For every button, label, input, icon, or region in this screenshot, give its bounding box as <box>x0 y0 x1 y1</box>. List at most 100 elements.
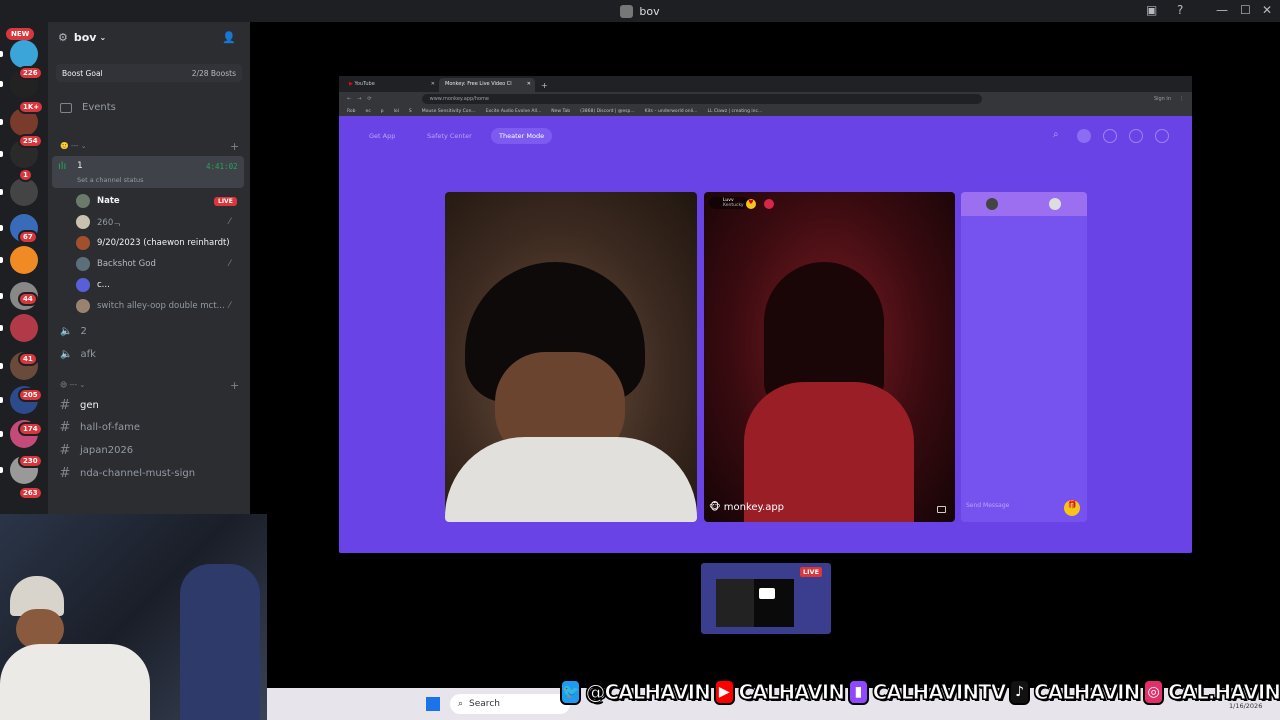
close-button[interactable]: ✕ <box>1262 3 1272 17</box>
unread-indicator <box>0 51 3 57</box>
bookmark-item[interactable]: Rob <box>347 109 356 114</box>
voice-user[interactable]: c... <box>76 278 110 292</box>
back-icon[interactable]: ← <box>347 96 351 102</box>
text-channel-gen[interactable]: # gen <box>56 398 258 413</box>
menu-icon[interactable]: ⋮ <box>1179 96 1184 102</box>
send-message-input[interactable]: Send Message <box>966 502 1009 509</box>
voice-user-nate[interactable]: Nate LIVE <box>76 194 237 208</box>
voice-user[interactable]: Backshot God ⁄ <box>76 257 230 271</box>
bookmark-item[interactable]: Kits – underworld onli... <box>645 109 698 114</box>
twitter-handle: @CALHAVIN <box>585 680 711 705</box>
fullscreen-icon[interactable] <box>937 506 946 513</box>
inbox-icon[interactable]: ▣ <box>1146 3 1157 17</box>
signin-button[interactable]: Sign in <box>1154 96 1171 102</box>
bookmark-item[interactable]: Excite Audio Evolve All... <box>486 109 542 114</box>
avatar <box>76 215 90 229</box>
text-channel-nda[interactable]: # nda-channel-must-sign <box>56 466 258 481</box>
bookmark-item[interactable]: S <box>409 109 412 114</box>
close-tab-icon[interactable]: ✕ <box>431 81 435 87</box>
hashtag-icon: # <box>59 398 71 413</box>
add-channel-icon[interactable]: + <box>230 140 239 153</box>
calendar-icon <box>60 102 72 113</box>
voice-channel-name: afk <box>80 349 96 360</box>
url-input[interactable]: www.monkey.app/home <box>421 94 982 104</box>
reload-icon[interactable]: ⟳ <box>367 96 371 102</box>
profile-avatar[interactable] <box>1077 129 1091 143</box>
bookmark-item[interactable]: (3868) Discord | @esp... <box>580 109 634 114</box>
server-icon[interactable] <box>10 314 38 342</box>
streamer-shirt <box>0 644 150 720</box>
category-header-text[interactable]: 😄 --- ⌄ + <box>60 379 262 392</box>
red-hoodie <box>744 382 914 522</box>
screen-share-icon <box>759 588 775 599</box>
window-title-bar: bov ▣ ? — ☐ ✕ <box>0 0 1280 22</box>
avatar[interactable] <box>1049 198 1061 210</box>
search-icon[interactable]: ⌕ <box>1053 129 1067 143</box>
settings-icon[interactable] <box>1155 129 1169 143</box>
text-channel-japan2026[interactable]: # japan2026 <box>56 443 258 458</box>
history-icon[interactable] <box>1103 129 1117 143</box>
bookmarks-bar: Rob ec p lol S Mouse Sensitivity Con... Excite… <box>339 106 1192 116</box>
server-icon[interactable] <box>10 178 38 206</box>
forward-icon[interactable]: → <box>357 96 361 102</box>
voice-channel-name: 1 <box>77 161 83 171</box>
add-channel-icon[interactable]: + <box>230 379 239 392</box>
bookmark-item[interactable]: LL Clawz | creating inc... <box>707 109 762 114</box>
stream-preview[interactable]: LIVE <box>701 563 831 634</box>
bookmark-item[interactable]: p <box>381 109 384 114</box>
events-item[interactable]: Events <box>60 102 262 113</box>
safety-center-link[interactable]: Safety Center <box>419 128 480 144</box>
voice-channel-2[interactable]: 🔈 2 <box>60 326 262 337</box>
server-icon[interactable] <box>10 246 38 274</box>
voice-user[interactable]: 260ᆨ ⁄ <box>76 215 230 229</box>
tab-youtube[interactable]: ▶ YouTube ✕ <box>343 78 439 92</box>
taskbar-search[interactable]: ⌕ Search <box>450 694 570 714</box>
new-badge: NEW <box>6 28 35 40</box>
voice-channel-afk[interactable]: 🔈 afk <box>60 349 262 360</box>
report-icon[interactable] <box>764 199 774 209</box>
address-bar-row: ← → ⟳ www.monkey.app/home Sign in ⋮ <box>339 92 1192 106</box>
bookmark-item[interactable]: New Tab <box>551 109 570 114</box>
boost-goal-bar[interactable]: Boost Goal 2/28 Boosts <box>56 64 242 82</box>
bookmark-item[interactable]: lol <box>394 109 399 114</box>
close-tab-icon[interactable]: ✕ <box>527 81 531 87</box>
get-app-link[interactable]: Get App <box>361 128 403 144</box>
chat-icon[interactable] <box>1129 129 1143 143</box>
server-rail: NEW 226 1K+ 254 1 67 44 41 205 174 230 263 <box>0 22 48 520</box>
theater-mode-button[interactable]: Theater Mode <box>491 128 553 144</box>
unread-indicator <box>0 397 3 403</box>
windows-start-icon[interactable] <box>426 697 440 711</box>
events-label: Events <box>82 102 116 113</box>
bookmark-item[interactable]: ec <box>366 109 371 114</box>
bookmark-item[interactable]: Mouse Sensitivity Con... <box>422 109 476 114</box>
tab-monkey[interactable]: Monkey: Free Live Video Cl ✕ <box>439 78 535 92</box>
minimize-button[interactable]: — <box>1216 3 1228 17</box>
voice-user-name: 9/20/2023 (chaewon reinhardt) <box>97 238 230 248</box>
add-member-icon[interactable]: 👤 <box>222 31 236 44</box>
channel-status[interactable]: Set a channel status <box>77 176 144 184</box>
gift-icon[interactable]: 🎁 <box>1064 500 1080 516</box>
server-icon[interactable] <box>10 40 38 68</box>
avatar <box>76 278 90 292</box>
voice-user[interactable]: switch alley-oop double mct... ⁄ <box>76 299 230 313</box>
safety-label: Safety Center <box>427 132 472 140</box>
social-handles: 🐦 @CALHAVIN ▶ CALHAVIN ▮ CALHAVINTV ♪ CA… <box>560 672 1280 712</box>
mention-badge: 1K+ <box>18 100 45 114</box>
category-header-voice[interactable]: 🙂 --- ⌄ + <box>60 140 262 153</box>
text-channel-hall-of-fame[interactable]: # hall-of-fame <box>56 420 258 435</box>
gaming-chair <box>180 564 260 720</box>
server-header[interactable]: ⚙ bov ⌄ 👤 <box>48 22 250 52</box>
watermark: monkey.app <box>723 502 785 513</box>
maximize-button[interactable]: ☐ <box>1240 3 1251 17</box>
heart-icon[interactable]: ♥ <box>746 199 756 209</box>
unread-indicator <box>0 467 3 473</box>
window-title: bov <box>639 4 660 18</box>
help-icon[interactable]: ? <box>1177 3 1183 17</box>
avatar[interactable] <box>986 198 998 210</box>
voice-user[interactable]: 9/20/2023 (chaewon reinhardt) <box>76 236 230 250</box>
voice-channel-1[interactable]: ılı 1 4:41:02 Set a channel status <box>52 156 244 188</box>
mention-badge: 41 <box>18 352 38 366</box>
avatar <box>76 299 90 313</box>
remote-user-tag[interactable]: Luvv Kentucky <box>709 197 749 209</box>
new-tab-button[interactable]: + <box>535 81 554 92</box>
